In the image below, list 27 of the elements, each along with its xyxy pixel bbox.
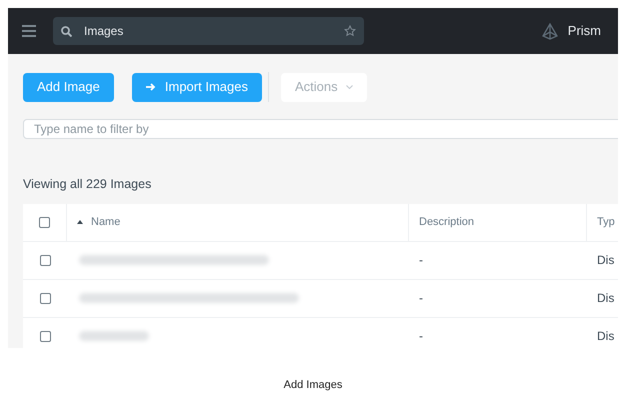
- table-cell: -: [419, 253, 423, 268]
- table-cell: -: [419, 329, 423, 344]
- menu-icon[interactable]: [22, 25, 36, 37]
- pyramid-icon: [542, 22, 558, 40]
- import-images-button[interactable]: Import Images: [132, 72, 262, 102]
- result-summary: Viewing all 229 Images: [23, 176, 152, 193]
- checkbox[interactable]: [40, 292, 50, 304]
- table-cell: Dis: [597, 329, 614, 344]
- actions-dropdown[interactable]: Actions: [280, 72, 367, 102]
- search-icon: [61, 26, 72, 36]
- table-cell: Dis: [597, 253, 614, 268]
- brand-name: Prism: [568, 22, 601, 40]
- figure-caption: Add Images: [282, 378, 344, 393]
- checkbox[interactable]: [40, 254, 50, 266]
- checkbox[interactable]: [40, 330, 50, 342]
- caret-icon: [346, 85, 353, 89]
- table-cell: -: [419, 291, 423, 306]
- search-field[interactable]: Images: [53, 17, 364, 45]
- add-image-button[interactable]: Add Image: [23, 72, 114, 102]
- column-header[interactable]: Description: [419, 214, 474, 230]
- table-cell: Dis: [597, 291, 614, 306]
- star-icon[interactable]: [344, 25, 356, 37]
- filter-field[interactable]: Type name to filter by: [23, 119, 618, 139]
- column-header[interactable]: Name: [91, 214, 120, 230]
- column-header[interactable]: Typ: [597, 214, 615, 230]
- arrow-icon: [146, 83, 156, 91]
- checkbox[interactable]: [39, 216, 50, 228]
